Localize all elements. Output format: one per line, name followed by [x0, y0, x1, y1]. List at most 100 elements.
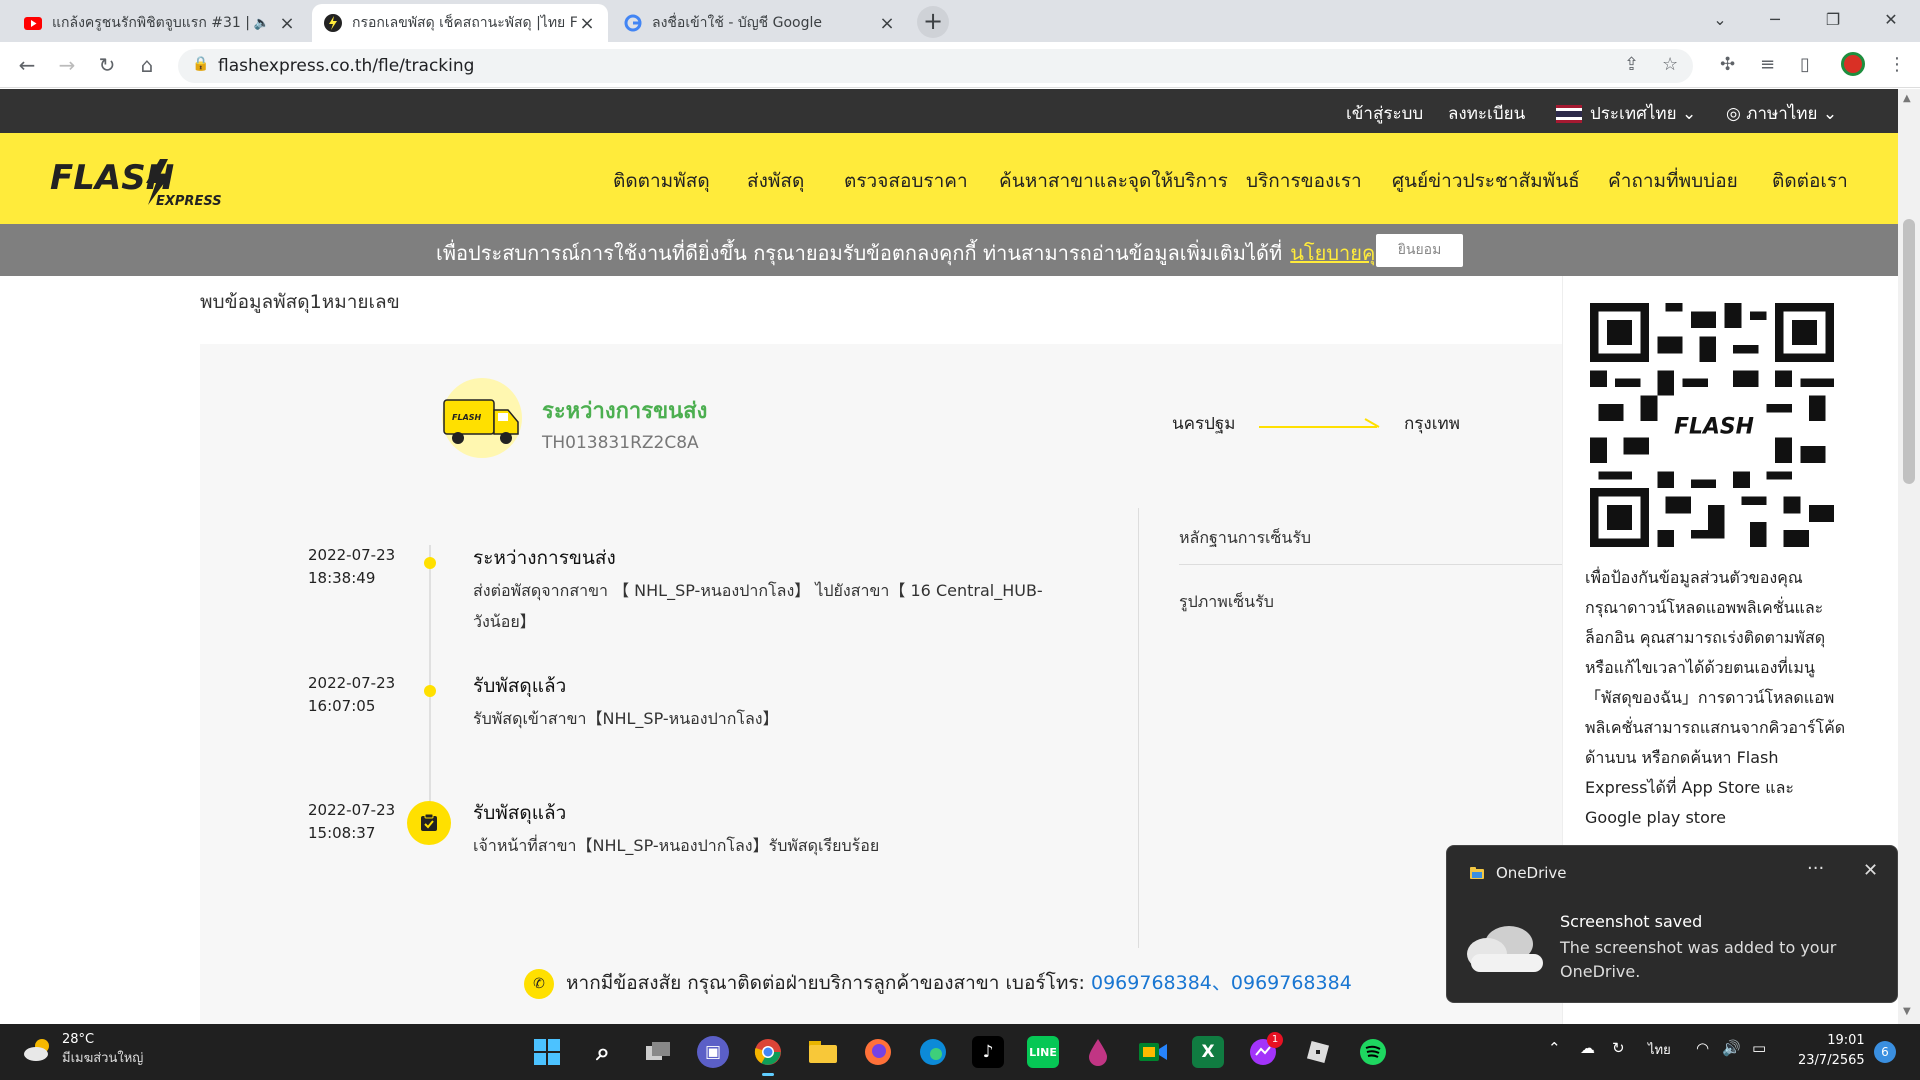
nav-faq[interactable]: คำถามที่พบบ่อย [1608, 166, 1738, 196]
back-icon[interactable]: ← [12, 50, 42, 80]
onedrive-cloud-icon [1467, 926, 1543, 972]
close-tab-icon[interactable]: × [278, 13, 296, 34]
scroll-up-icon[interactable]: ▲ [1903, 93, 1911, 104]
chrome-icon[interactable] [752, 1036, 784, 1076]
battery-icon[interactable]: ▭ [1752, 1039, 1766, 1057]
language-select[interactable]: ◎ ภาษาไทย ⌄ [1726, 100, 1837, 127]
file-explorer-icon[interactable] [807, 1036, 839, 1068]
close-tab-icon[interactable]: × [878, 13, 896, 34]
phone-link-1[interactable]: 0969768384 [1091, 972, 1212, 994]
delivery-truck-icon: FLASH [442, 378, 522, 458]
firefox-icon[interactable] [862, 1036, 894, 1068]
signature-proof-label[interactable]: หลักฐานการเซ็นรับ [1179, 526, 1311, 551]
meet-icon[interactable] [1137, 1036, 1169, 1068]
nav-contact[interactable]: ติดต่อเรา [1772, 166, 1848, 196]
speaker-icon[interactable]: 🔈 [254, 16, 270, 31]
paint-drop-icon[interactable] [1082, 1036, 1114, 1068]
content-divider [1138, 508, 1139, 948]
notification-title: Screenshot saved [1560, 912, 1703, 931]
taskbar-clock[interactable]: 19:01 23/7/2565 [1798, 1031, 1865, 1071]
wifi-icon[interactable]: ◠ [1696, 1039, 1709, 1057]
nav-news-center[interactable]: ศูนย์ข่าวประชาสัมพันธ์ [1392, 166, 1580, 196]
nav-send-parcel[interactable]: ส่งพัสดุ [747, 166, 804, 196]
notification-count-badge[interactable]: 6 [1874, 1041, 1896, 1063]
input-language[interactable]: ไทย [1648, 1039, 1671, 1060]
timeline-date: 2022-07-23 16:07:05 [308, 674, 396, 715]
address-bar[interactable]: 🔒 flashexpress.co.th/fle/tracking ⇪ ☆ [178, 49, 1693, 83]
reload-icon[interactable]: ↻ [92, 50, 122, 80]
notification-body: The screenshot was added to your OneDriv… [1560, 938, 1837, 981]
roblox-icon[interactable] [1302, 1036, 1334, 1068]
signature-photo-label[interactable]: รูปภาพเซ็นรับ [1179, 590, 1274, 615]
onedrive-tray-icon[interactable]: ☁ [1580, 1039, 1595, 1057]
weather-desc: มีเมฆส่วนใหญ่ [62, 1051, 144, 1066]
nav-find-branch[interactable]: ค้นหาสาขาและจุดให้บริการ [999, 166, 1228, 196]
tab-title: แกล้งครูชนรักพิชิตจูบแรก #31 | S [52, 15, 254, 31]
parcel-status: ระหว่างการขนส่ง [542, 399, 708, 424]
spotify-icon[interactable] [1357, 1036, 1389, 1068]
phone-link-2[interactable]: 0969768384 [1231, 972, 1352, 994]
lock-icon[interactable]: 🔒 [192, 56, 209, 72]
new-tab-button[interactable]: + [917, 6, 949, 38]
nav-check-price[interactable]: ตรวจสอบราคา [844, 166, 968, 196]
nav-track-parcel[interactable]: ติดตามพัสดุ [613, 166, 710, 196]
timeline-title: รับพัสดุแล้ว [473, 675, 567, 697]
cookie-message: เพื่อประสบการณ์การใช้งานที่ดียิ่งขึ้น กร… [436, 241, 1400, 265]
weather-temp: 28°C [62, 1032, 95, 1047]
side-panel-icon[interactable]: ▯ [1800, 54, 1810, 75]
close-tab-icon[interactable]: × [578, 13, 596, 34]
chat-icon[interactable]: ▣ [697, 1036, 729, 1068]
thai-flag-icon [1556, 105, 1582, 123]
chrome-menu-icon[interactable]: ⋮ [1888, 54, 1906, 75]
task-view-icon[interactable] [642, 1036, 674, 1068]
scroll-down-icon[interactable]: ▼ [1903, 1006, 1911, 1017]
tab-google-signin[interactable]: ลงชื่อเข้าใช้ - บัญชี Google × [612, 4, 908, 42]
minimize-button[interactable]: ─ [1752, 0, 1798, 42]
extensions-icon[interactable]: ✣ [1720, 54, 1735, 75]
tiktok-icon[interactable]: ♪ [972, 1036, 1004, 1068]
cookie-accept-button[interactable]: ยินยอม [1376, 234, 1463, 267]
phone-icon: ✆ [524, 968, 554, 999]
show-hidden-icons[interactable]: ⌃ [1548, 1039, 1561, 1057]
messenger-icon[interactable]: 1 [1247, 1032, 1283, 1068]
weather-widget[interactable]: 28°C มีเมฆส่วนใหญ่ [22, 1032, 143, 1068]
tab-flash-tracking[interactable]: กรอกเลขพัสดุ เช็คสถานะพัสดุ |ไทย Fla × [312, 4, 608, 42]
login-link[interactable]: เข้าสู่ระบบ [1346, 100, 1423, 127]
scrollbar-thumb[interactable] [1903, 219, 1915, 484]
share-icon[interactable]: ⇪ [1624, 54, 1639, 75]
home-icon[interactable]: ⌂ [132, 50, 162, 80]
tab-youtube[interactable]: แกล้งครูชนรักพิชิตจูบแรก #31 | S 🔈 × [12, 4, 308, 42]
country-select[interactable]: ประเทศไทย ⌄ [1556, 100, 1696, 127]
forward-icon[interactable]: → [52, 50, 82, 80]
volume-icon[interactable]: 🔊 [1722, 1039, 1741, 1057]
media-control-icon[interactable]: ≡ [1760, 54, 1775, 75]
url-text[interactable]: flashexpress.co.th/fle/tracking [218, 56, 474, 76]
edge-icon[interactable] [917, 1036, 949, 1068]
search-icon[interactable]: ⌕ [587, 1036, 619, 1068]
nav-our-services[interactable]: บริการของเรา [1246, 166, 1362, 196]
flash-express-logo[interactable]: FLASH EXPRESS [48, 153, 234, 215]
timeline-description: ส่งต่อพัสดุจากสาขา 【 NHL_SP-หนองปากโลง】 … [473, 581, 1043, 631]
bookmark-star-icon[interactable]: ☆ [1662, 54, 1678, 75]
messenger-badge: 1 [1267, 1032, 1283, 1048]
tab-search-icon[interactable]: ⌄ [1697, 0, 1743, 42]
flash-icon [324, 14, 342, 32]
timeline-title: รับพัสดุแล้ว [473, 802, 567, 824]
close-notification-icon[interactable]: ✕ [1863, 860, 1878, 881]
start-icon[interactable] [531, 1036, 563, 1068]
close-window-button[interactable]: ✕ [1868, 0, 1914, 42]
page-scrollbar[interactable]: ▲ ▼ [1898, 89, 1920, 1024]
timeline-line [429, 545, 431, 815]
tab-title: กรอกเลขพัสดุ เช็คสถานะพัสดุ |ไทย Fla [352, 15, 578, 31]
timeline-description: รับพัสดุเข้าสาขา【NHL_SP-หนองปากโลง】 [473, 709, 779, 728]
onedrive-notification[interactable]: OneDrive ··· ✕ Screenshot saved The scre… [1446, 845, 1898, 1003]
register-link[interactable]: ลงทะเบียน [1448, 100, 1525, 127]
profile-avatar[interactable] [1841, 52, 1865, 76]
proof-divider [1179, 564, 1562, 565]
more-options-icon[interactable]: ··· [1807, 858, 1824, 879]
excel-icon[interactable]: X [1192, 1036, 1224, 1068]
sync-tray-icon[interactable]: ↻ [1612, 1039, 1625, 1057]
maximize-button[interactable]: ❐ [1810, 0, 1856, 42]
timeline-dot [424, 557, 436, 569]
line-icon[interactable]: LINE [1027, 1036, 1059, 1068]
